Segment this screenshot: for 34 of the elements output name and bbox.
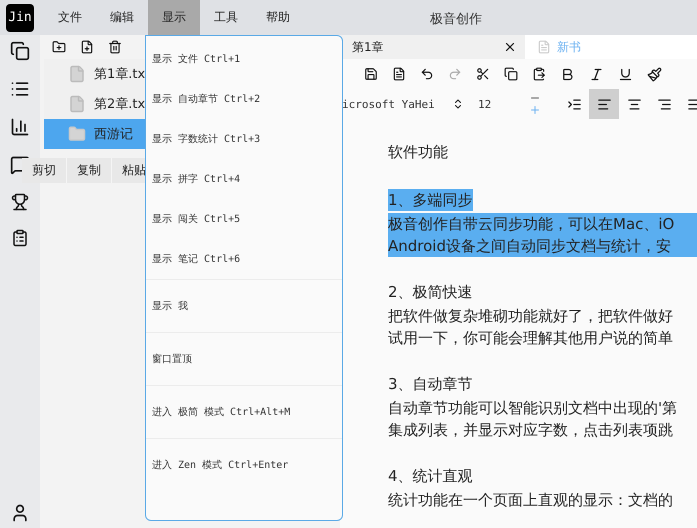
menu-item[interactable]: 文件	[44, 0, 96, 35]
menu-item[interactable]: 帮助	[252, 0, 304, 35]
font-select[interactable]: icrosoft YaHei	[342, 98, 438, 110]
paragraph-line: 自动章节功能可以智能识别文档中出现的'第	[388, 398, 678, 419]
menu-option[interactable]: 显示 我	[146, 280, 342, 332]
menu-option[interactable]: 进入 Zen 模式 Ctrl+Enter	[146, 439, 342, 491]
section-heading: 4、统计直观	[388, 466, 473, 487]
tab-label: 新书	[557, 38, 582, 56]
section-heading: 3、自动章节	[388, 374, 473, 395]
menu-item[interactable]: 工具	[200, 0, 252, 35]
font-size[interactable]: 12	[478, 98, 492, 110]
menu-item[interactable]: 显示	[148, 0, 200, 35]
window-title: 极音创作	[430, 11, 482, 28]
file-name: 第1章.tx	[94, 66, 146, 83]
tab-label: 第1章	[352, 38, 385, 56]
menu-option[interactable]: 进入 极简 模式 Ctrl+Alt+M	[146, 386, 342, 438]
app-logo: Jin	[6, 4, 34, 32]
menu-option[interactable]: 显示 字数统计 Ctrl+3	[146, 119, 342, 159]
menu-option[interactable]: 窗口置顶	[146, 333, 342, 385]
section-heading: 1、多端同步	[388, 189, 473, 211]
section-heading: 2、极简快速	[388, 282, 473, 303]
paragraph-line: 把软件做复杂堆砌功能就好了，把软件做好	[388, 306, 674, 327]
paragraph-line: 试用一下，你可能会理解其他用户说的简单	[388, 328, 674, 349]
paragraph-line: 统计功能在一个页面上直观的显示：文档的	[388, 490, 674, 511]
paragraph-line: 集成列表，并显示对应字数，点击列表项跳	[388, 420, 674, 441]
file-name: 第2章.tx	[94, 96, 146, 113]
menu-option[interactable]: 显示 自动章节 Ctrl+2	[146, 79, 342, 119]
file-name: 西游记	[94, 126, 133, 143]
menu-option[interactable]: 显示 文件 Ctrl+1	[146, 39, 342, 79]
menu-item[interactable]: 编辑	[96, 0, 148, 35]
editor-tab[interactable]: 第1章	[340, 35, 525, 59]
menu-option[interactable]: 显示 闯关 Ctrl+5	[146, 199, 342, 239]
document-title: 软件功能	[388, 142, 449, 163]
menu-option[interactable]: 显示 笔记 Ctrl+6	[146, 239, 342, 279]
